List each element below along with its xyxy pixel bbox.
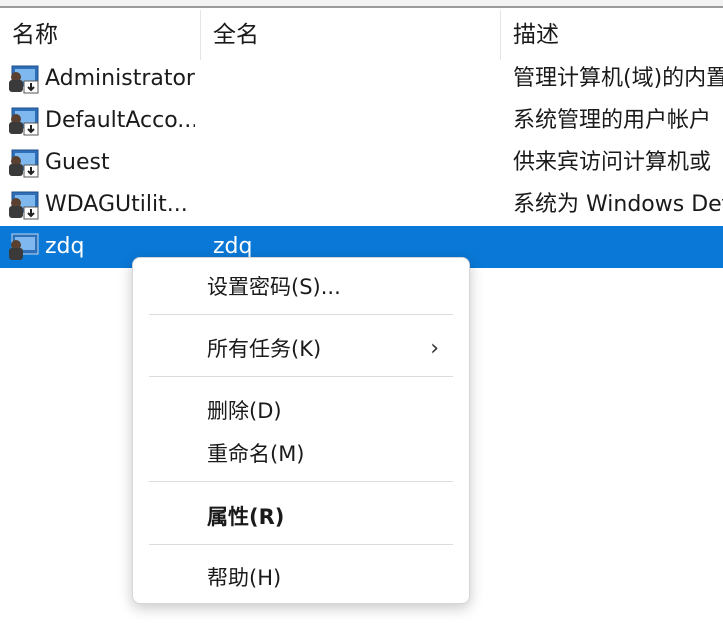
- column-header-name[interactable]: 名称: [0, 10, 200, 60]
- menu-separator: [149, 376, 453, 377]
- column-header-description[interactable]: 描述: [500, 10, 723, 60]
- menu-item-all-tasks[interactable]: 所有任务(K) ›: [133, 328, 469, 370]
- menu-separator: [149, 544, 453, 545]
- user-description: 系统管理的用户帐户: [513, 108, 712, 133]
- user-description: 供来宾访问计算机或: [513, 150, 712, 175]
- menu-item-help[interactable]: 帮助(H): [133, 557, 469, 599]
- user-row-defaultaccount[interactable]: DefaultAcco... 系统管理的用户帐户: [0, 100, 723, 142]
- user-description: 系统为 Windows Def: [513, 192, 723, 217]
- user-fullname: [213, 100, 493, 142]
- menu-separator: [149, 314, 453, 315]
- user-disabled-icon: [9, 107, 39, 136]
- user-disabled-icon: [9, 191, 39, 220]
- user-fullname: [213, 184, 493, 226]
- user-name: WDAGUtilit...: [45, 192, 188, 217]
- user-description: 管理计算机(域)的内置: [513, 66, 723, 91]
- user-fullname: [213, 142, 493, 184]
- context-menu: 设置密码(S)... 所有任务(K) › 删除(D) 重命名(M) 属性(R) …: [132, 257, 470, 604]
- user-fullname: [213, 58, 493, 100]
- user-disabled-icon: [9, 149, 39, 178]
- menu-separator: [149, 481, 453, 482]
- menu-item-rename[interactable]: 重命名(M): [133, 433, 469, 475]
- user-name: Administrator: [45, 66, 195, 91]
- menu-item-properties[interactable]: 属性(R): [133, 496, 469, 538]
- chevron-right-icon: ›: [430, 336, 439, 361]
- window-top-border: [0, 0, 723, 8]
- menu-item-all-tasks-label: 所有任务(K): [207, 337, 322, 361]
- column-header-fullname[interactable]: 全名: [200, 10, 500, 60]
- user-icon: [9, 233, 39, 260]
- user-name: Guest: [45, 150, 110, 175]
- user-description: [513, 226, 723, 268]
- user-row-wdagutility[interactable]: WDAGUtilit... 系统为 Windows Def: [0, 184, 723, 226]
- list-header: 名称 全名 描述: [0, 10, 723, 60]
- user-row-administrator[interactable]: Administrator 管理计算机(域)的内置: [0, 58, 723, 100]
- user-row-guest[interactable]: Guest 供来宾访问计算机或: [0, 142, 723, 184]
- menu-item-delete[interactable]: 删除(D): [133, 390, 469, 432]
- user-disabled-icon: [9, 65, 39, 94]
- menu-item-set-password[interactable]: 设置密码(S)...: [133, 266, 469, 308]
- user-name: DefaultAcco...: [45, 108, 195, 133]
